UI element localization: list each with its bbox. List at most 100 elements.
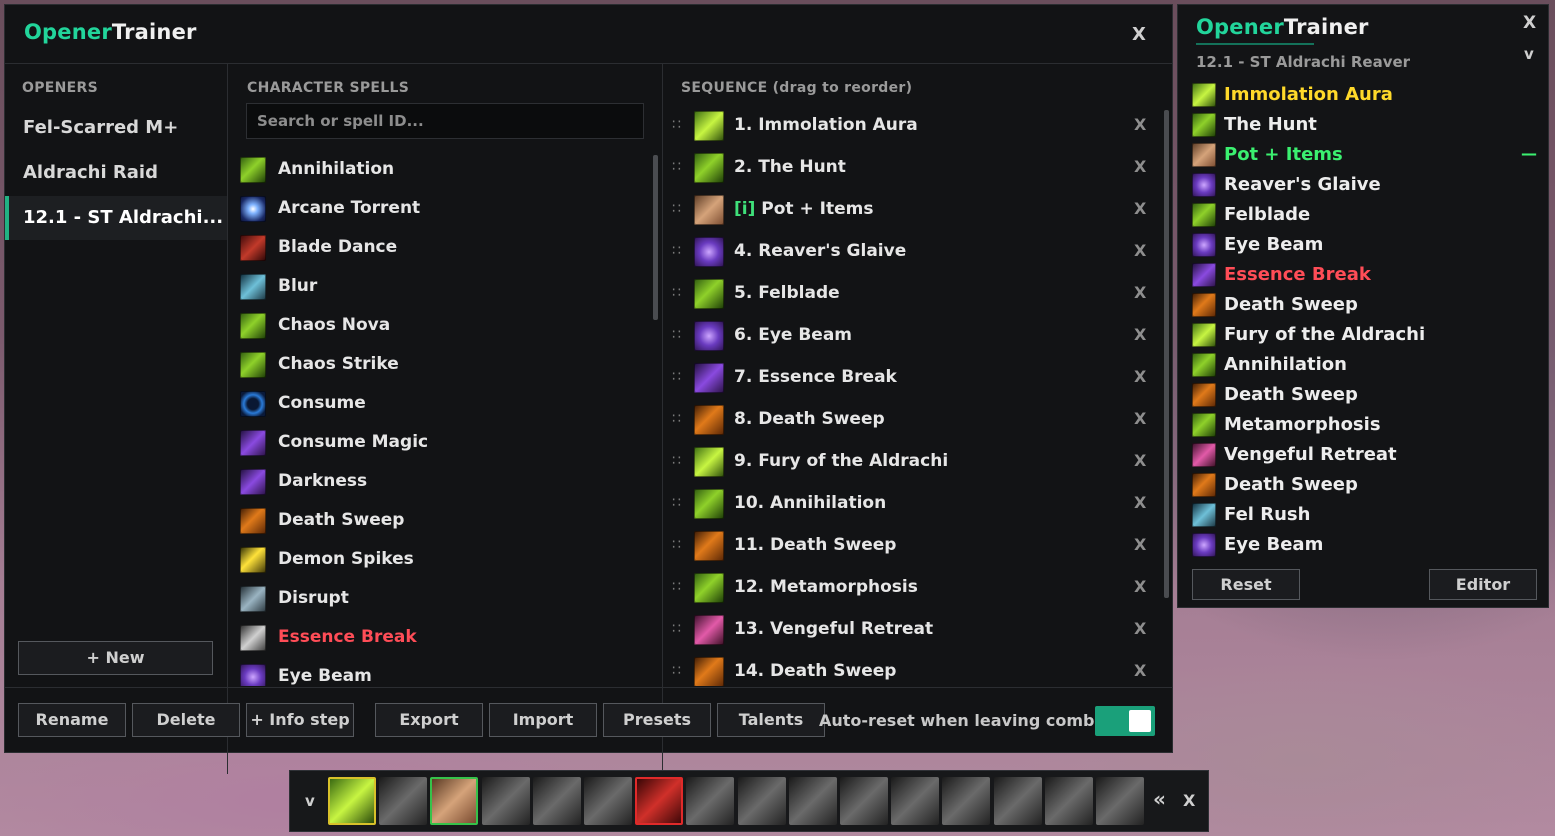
drag-handle-icon[interactable]: ∷ [672, 159, 681, 175]
spell-list-item[interactable]: Arcane Torrent [240, 194, 640, 224]
spell-list-item[interactable]: Chaos Nova [240, 311, 640, 341]
remove-step-button[interactable]: X [1134, 199, 1146, 218]
opener-item[interactable]: 12.1 - ST Aldrachi... [5, 196, 227, 240]
hotbar-slot[interactable] [481, 777, 530, 825]
remove-step-button[interactable]: X [1134, 283, 1146, 302]
drag-handle-icon[interactable]: ∷ [672, 411, 681, 427]
hotbar-slot[interactable] [328, 777, 376, 825]
spell-list-item[interactable]: Demon Spikes [240, 545, 640, 575]
hotbar-expand-button[interactable]: « [1153, 787, 1166, 811]
sequence-row[interactable]: ∷ 6. Eye Beam X [668, 319, 1158, 355]
drag-handle-icon[interactable]: ∷ [672, 285, 681, 301]
drag-handle-icon[interactable]: ∷ [672, 537, 681, 553]
sequence-row[interactable]: ∷ 11. Death Sweep X [668, 529, 1158, 565]
remove-step-button[interactable]: X [1134, 493, 1146, 512]
spell-list-item[interactable]: Chaos Strike [240, 350, 640, 380]
auto-reset-toggle[interactable] [1095, 706, 1155, 736]
remove-step-button[interactable]: X [1134, 661, 1146, 680]
sequence-row[interactable]: ∷ 8. Death Sweep X [668, 403, 1158, 439]
drag-handle-icon[interactable]: ∷ [672, 201, 681, 217]
hotbar-slot[interactable] [635, 777, 684, 825]
hotbar-slot[interactable] [379, 777, 428, 825]
remove-step-button[interactable]: X [1134, 325, 1146, 344]
spell-list-item[interactable]: Death Sweep [240, 506, 640, 536]
hotbar-slot[interactable] [430, 777, 479, 825]
spell-list-item[interactable]: Annihilation [240, 155, 640, 185]
spell-list-item[interactable]: Consume Magic [240, 428, 640, 458]
spell-list-item[interactable]: Essence Break [240, 623, 640, 653]
hotbar-slot[interactable] [584, 777, 632, 825]
hotbar-slot[interactable] [532, 777, 581, 825]
spell-list-item[interactable]: Blur [240, 272, 640, 302]
sequence-scrollbar[interactable] [1164, 110, 1169, 598]
remove-step-button[interactable]: X [1134, 157, 1146, 176]
sequence-row[interactable]: ∷ 2. The Hunt X [668, 151, 1158, 187]
new-opener-button[interactable]: + New [18, 641, 213, 675]
tracker-editor-button[interactable]: Editor [1429, 569, 1537, 600]
remove-step-button[interactable]: X [1134, 451, 1146, 470]
tracker-item: Metamorphosis [1192, 412, 1542, 440]
drag-handle-icon[interactable]: ∷ [672, 453, 681, 469]
talents-button[interactable]: Talents [717, 703, 825, 737]
hotbar-slot[interactable] [788, 777, 837, 825]
spell-label: Disrupt [278, 588, 349, 608]
drag-handle-icon[interactable]: ∷ [672, 663, 681, 679]
sequence-row[interactable]: ∷ 10. Annihilation X [668, 487, 1158, 523]
drag-handle-icon[interactable]: ∷ [672, 327, 681, 343]
remove-step-button[interactable]: X [1134, 409, 1146, 428]
tracker-collapse-button[interactable]: v [1524, 45, 1534, 63]
hotbar-close-button[interactable]: X [1183, 791, 1195, 810]
spell-list-item[interactable]: Disrupt [240, 584, 640, 614]
hotbar-slot[interactable] [686, 777, 735, 825]
sequence-row[interactable]: ∷ 14. Death Sweep X [668, 655, 1158, 686]
editor-close-button[interactable]: X [1132, 24, 1146, 45]
delete-button[interactable]: Delete [132, 703, 240, 737]
sequence-row[interactable]: ∷ 7. Essence Break X [668, 361, 1158, 397]
rename-button[interactable]: Rename [18, 703, 126, 737]
remove-step-button[interactable]: X [1134, 535, 1146, 554]
tracker-close-button[interactable]: X [1523, 13, 1536, 33]
drag-handle-icon[interactable]: ∷ [672, 495, 681, 511]
spell-search-input[interactable] [246, 103, 644, 139]
sequence-row[interactable]: ∷ 12. Metamorphosis X [668, 571, 1158, 607]
hotbar-slot[interactable] [840, 777, 888, 825]
hotbar-collapse-button[interactable]: v [305, 792, 315, 810]
hotbar-slot[interactable] [942, 777, 991, 825]
hotbar-slot[interactable] [737, 777, 786, 825]
info-step-button[interactable]: + Info step [246, 703, 354, 737]
spell-list-item[interactable]: Consume [240, 389, 640, 419]
sequence-row[interactable]: ∷ 13. Vengeful Retreat X [668, 613, 1158, 649]
remove-step-button[interactable]: X [1134, 619, 1146, 638]
sequence-row[interactable]: ∷ 1. Immolation Aura X [668, 109, 1158, 145]
hotbar-slot[interactable] [1096, 777, 1144, 825]
hotbar-slot[interactable] [1044, 777, 1093, 825]
drag-handle-icon[interactable]: ∷ [672, 117, 681, 133]
sequence-row[interactable]: ∷ [i] Pot + Items X [668, 193, 1158, 229]
drag-handle-icon[interactable]: ∷ [672, 243, 681, 259]
spell-list-item[interactable]: Blade Dance [240, 233, 640, 263]
opener-item[interactable]: Aldrachi Raid [5, 151, 227, 195]
import-button[interactable]: Import [489, 703, 597, 737]
hotbar-slot[interactable] [993, 777, 1042, 825]
remove-step-button[interactable]: X [1134, 367, 1146, 386]
remove-step-button[interactable]: X [1134, 241, 1146, 260]
spell-list-item[interactable]: Eye Beam [240, 662, 640, 686]
spell-icon [240, 274, 266, 300]
drag-handle-icon[interactable]: ∷ [672, 621, 681, 637]
sequence-row[interactable]: ∷ 5. Felblade X [668, 277, 1158, 313]
tracker-icon [1192, 113, 1216, 137]
sequence-row[interactable]: ∷ 4. Reaver's Glaive X [668, 235, 1158, 271]
spell-list-item[interactable]: Darkness [240, 467, 640, 497]
remove-step-button[interactable]: X [1134, 577, 1146, 596]
sequence-row[interactable]: ∷ 9. Fury of the Aldrachi X [668, 445, 1158, 481]
hotbar-slot[interactable] [891, 777, 940, 825]
spell-list-scrollbar[interactable] [653, 155, 658, 320]
opener-item[interactable]: Fel-Scarred M+ [5, 106, 227, 150]
export-button[interactable]: Export [375, 703, 483, 737]
tracker-icon [1192, 83, 1216, 107]
remove-step-button[interactable]: X [1134, 115, 1146, 134]
tracker-reset-button[interactable]: Reset [1192, 569, 1300, 600]
presets-button[interactable]: Presets [603, 703, 711, 737]
drag-handle-icon[interactable]: ∷ [672, 369, 681, 385]
drag-handle-icon[interactable]: ∷ [672, 579, 681, 595]
